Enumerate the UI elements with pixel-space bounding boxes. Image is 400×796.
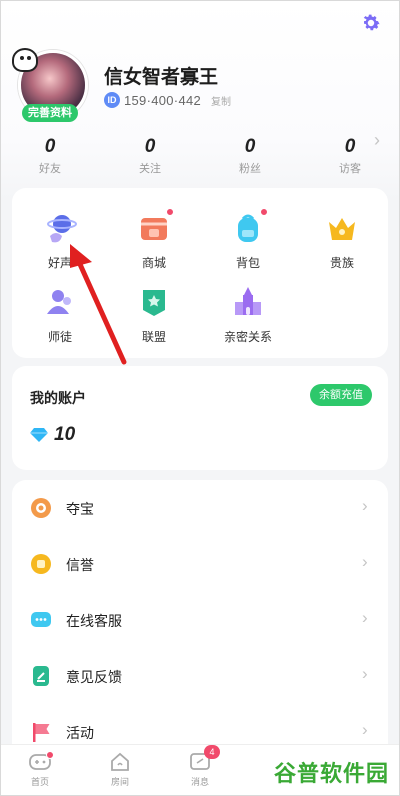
- screenshot-frame: [0, 0, 400, 796]
